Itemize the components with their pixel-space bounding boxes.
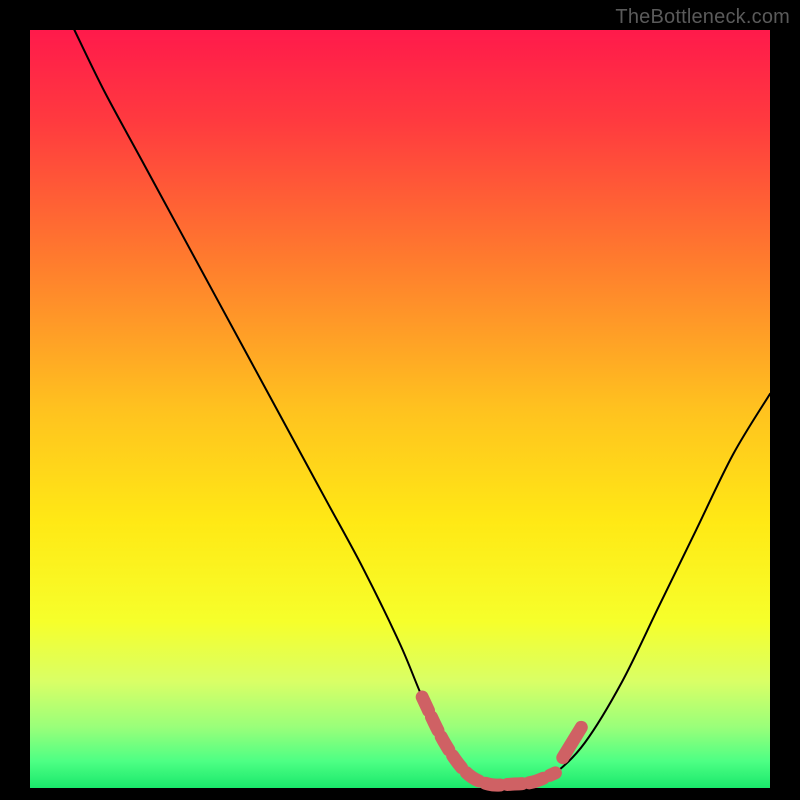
bottleneck-chart xyxy=(0,0,800,800)
chart-stage: TheBottleneck.com xyxy=(0,0,800,800)
plot-area xyxy=(30,30,770,788)
watermark-text: TheBottleneck.com xyxy=(615,6,790,29)
